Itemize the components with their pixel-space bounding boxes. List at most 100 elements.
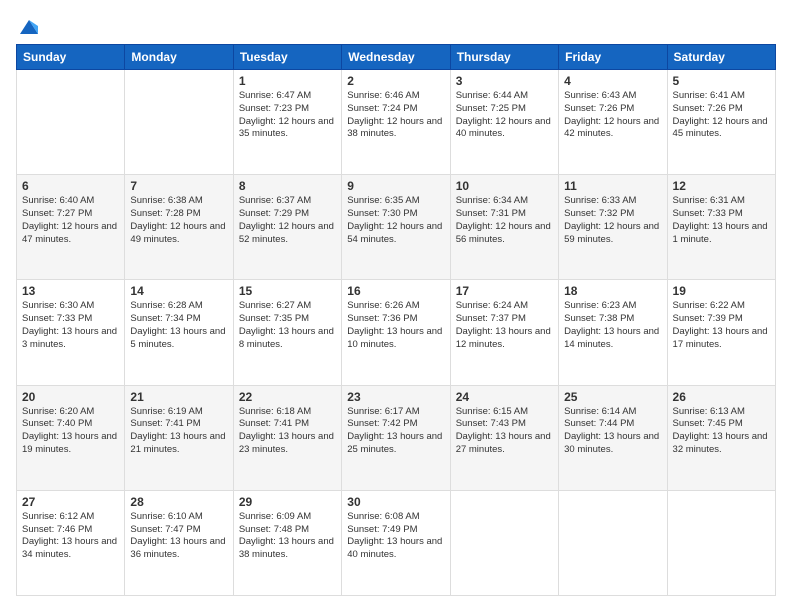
day-number: 13	[22, 284, 119, 298]
day-number: 9	[347, 179, 444, 193]
daylight-text: Daylight: 13 hours and 21 minutes.	[130, 431, 225, 455]
sunset-text: Sunset: 7:33 PM	[22, 313, 92, 324]
sunset-text: Sunset: 7:27 PM	[22, 208, 92, 219]
day-number: 11	[564, 179, 661, 193]
sunrise-text: Sunrise: 6:43 AM	[564, 90, 636, 101]
sunset-text: Sunset: 7:37 PM	[456, 313, 526, 324]
sunset-text: Sunset: 7:34 PM	[130, 313, 200, 324]
calendar-table: SundayMondayTuesdayWednesdayThursdayFrid…	[16, 44, 776, 596]
sunset-text: Sunset: 7:23 PM	[239, 103, 309, 114]
daylight-text: Daylight: 13 hours and 38 minutes.	[239, 536, 334, 560]
day-number: 28	[130, 495, 227, 509]
calendar-cell: 12Sunrise: 6:31 AMSunset: 7:33 PMDayligh…	[667, 175, 775, 280]
day-number: 21	[130, 390, 227, 404]
sunrise-text: Sunrise: 6:20 AM	[22, 406, 94, 417]
sunrise-text: Sunrise: 6:10 AM	[130, 511, 202, 522]
cell-content: Sunrise: 6:46 AMSunset: 7:24 PMDaylight:…	[347, 90, 444, 141]
cell-content: Sunrise: 6:27 AMSunset: 7:35 PMDaylight:…	[239, 300, 336, 351]
sunrise-text: Sunrise: 6:38 AM	[130, 195, 202, 206]
calendar-cell	[559, 490, 667, 595]
sunrise-text: Sunrise: 6:24 AM	[456, 300, 528, 311]
sunrise-text: Sunrise: 6:18 AM	[239, 406, 311, 417]
day-number: 16	[347, 284, 444, 298]
calendar-cell: 23Sunrise: 6:17 AMSunset: 7:42 PMDayligh…	[342, 385, 450, 490]
day-number: 18	[564, 284, 661, 298]
sunrise-text: Sunrise: 6:30 AM	[22, 300, 94, 311]
sunrise-text: Sunrise: 6:41 AM	[673, 90, 745, 101]
sunset-text: Sunset: 7:33 PM	[673, 208, 743, 219]
calendar-week-row: 1Sunrise: 6:47 AMSunset: 7:23 PMDaylight…	[17, 70, 776, 175]
calendar-cell: 30Sunrise: 6:08 AMSunset: 7:49 PMDayligh…	[342, 490, 450, 595]
sunrise-text: Sunrise: 6:33 AM	[564, 195, 636, 206]
cell-content: Sunrise: 6:28 AMSunset: 7:34 PMDaylight:…	[130, 300, 227, 351]
day-number: 22	[239, 390, 336, 404]
day-number: 26	[673, 390, 770, 404]
calendar-week-row: 20 Sunrise: 6:20 AMSunset: 7:40 PM Dayligh…	[17, 385, 776, 490]
sunrise-text: Sunrise: 6:17 AM	[347, 406, 419, 417]
day-number: 20	[22, 390, 119, 404]
calendar-cell: 7Sunrise: 6:38 AMSunset: 7:28 PMDaylight…	[125, 175, 233, 280]
sunrise-text: Sunrise: 6:27 AM	[239, 300, 311, 311]
sunset-text: Sunset: 7:36 PM	[347, 313, 417, 324]
calendar-cell: 3Sunrise: 6:44 AMSunset: 7:25 PMDaylight…	[450, 70, 558, 175]
calendar-cell: 4Sunrise: 6:43 AMSunset: 7:26 PMDaylight…	[559, 70, 667, 175]
sunset-text: Sunset: 7:40 PM	[22, 418, 92, 429]
day-number: 12	[673, 179, 770, 193]
sunset-text: Sunset: 7:44 PM	[564, 418, 634, 429]
sunrise-text: Sunrise: 6:12 AM	[22, 511, 94, 522]
daylight-text: Daylight: 13 hours and 32 minutes.	[673, 431, 768, 455]
calendar-cell: 19 Sunrise: 6:22 AMSunset: 7:39 PMDayligh…	[667, 280, 775, 385]
cell-content: Sunrise: 6:33 AMSunset: 7:32 PMDaylight:…	[564, 195, 661, 246]
calendar-cell: 29Sunrise: 6:09 AMSunset: 7:48 PMDayligh…	[233, 490, 341, 595]
calendar-cell	[125, 70, 233, 175]
sunrise-text: Sunrise: 6:31 AM	[673, 195, 745, 206]
cell-content: Sunrise: 6:37 AMSunset: 7:29 PMDaylight:…	[239, 195, 336, 246]
day-number: 2	[347, 74, 444, 88]
day-number: 14	[130, 284, 227, 298]
cell-content: Sunrise: 6:09 AM Sunset: 7:48 PMDaylight:…	[239, 511, 336, 562]
day-number: 10	[456, 179, 553, 193]
calendar-cell: 28Sunrise: 6:10 AMSunset: 7:47 PMDayligh…	[125, 490, 233, 595]
cell-content: Sunrise: 6:22 AMSunset: 7:39 PMDaylight:…	[673, 300, 770, 351]
day-number: 24	[456, 390, 553, 404]
sunset-text: Sunset: 7:39 PM	[673, 313, 743, 324]
sunrise-text: Sunrise: 6:37 AM	[239, 195, 311, 206]
sunset-text: Sunset: 7:30 PM	[347, 208, 417, 219]
cell-content: Sunrise: 6:41 AMSunset: 7:26 PMDaylight:…	[673, 90, 770, 141]
day-header-saturday: Saturday	[667, 45, 775, 70]
calendar-week-row: 27Sunrise: 6:12 AMSunset: 7:46 PMDayligh…	[17, 490, 776, 595]
cell-content: Sunrise: 6:26 AMSunset: 7:36 PMDaylight:…	[347, 300, 444, 351]
day-number: 3	[456, 74, 553, 88]
day-header-friday: Friday	[559, 45, 667, 70]
day-number: 27	[22, 495, 119, 509]
day-header-tuesday: Tuesday	[233, 45, 341, 70]
sunset-text: Sunset: 7:42 PM	[347, 418, 417, 429]
calendar-cell: 26Sunrise: 6:13 AMSunset: 7:45 PMDayligh…	[667, 385, 775, 490]
calendar-cell: 6Sunrise: 6:40 AMSunset: 7:27 PMDaylight…	[17, 175, 125, 280]
daylight-text: Daylight: 13 hours and 23 minutes.	[239, 431, 334, 455]
calendar-cell: 1Sunrise: 6:47 AMSunset: 7:23 PMDaylight…	[233, 70, 341, 175]
daylight-text: Daylight: 13 hours and 36 minutes.	[130, 536, 225, 560]
calendar-cell: 21Sunrise: 6:19 AMSunset: 7:41 PMDayligh…	[125, 385, 233, 490]
sunrise-text: Sunrise: 6:09 AM	[239, 511, 311, 522]
calendar-cell: 16 Sunrise: 6:26 AMSunset: 7:36 PMDayligh…	[342, 280, 450, 385]
daylight-text: Daylight: 12 hours and 38 minutes.	[347, 116, 442, 140]
sunrise-text: Sunrise: 6:13 AM	[673, 406, 745, 417]
daylight-text: Daylight: 12 hours and 52 minutes.	[239, 221, 334, 245]
sunset-text: Sunset: 7:35 PM	[239, 313, 309, 324]
sunset-text: Sunset: 7:31 PM	[456, 208, 526, 219]
sunset-text: Sunset: 7:25 PM	[456, 103, 526, 114]
calendar-cell: 15Sunrise: 6:27 AMSunset: 7:35 PMDayligh…	[233, 280, 341, 385]
sunset-text: Sunset: 7:48 PM	[239, 524, 309, 535]
sunrise-text: Sunrise: 6:19 AM	[130, 406, 202, 417]
daylight-text: Daylight: 12 hours and 42 minutes.	[564, 116, 659, 140]
sunrise-text: Sunrise: 6:23 AM	[564, 300, 636, 311]
sunset-text: Sunset: 7:41 PM	[239, 418, 309, 429]
daylight-text: Daylight: 13 hours and 25 minutes.	[347, 431, 442, 455]
daylight-text: Daylight: 12 hours and 49 minutes.	[130, 221, 225, 245]
calendar-cell: 10Sunrise: 6:34 AMSunset: 7:31 PMDayligh…	[450, 175, 558, 280]
sunrise-text: Sunrise: 6:44 AM	[456, 90, 528, 101]
daylight-text: Daylight: 12 hours and 35 minutes.	[239, 116, 334, 140]
daylight-text: Daylight: 13 hours and 3 minutes.	[22, 326, 117, 350]
day-number: 19	[673, 284, 770, 298]
